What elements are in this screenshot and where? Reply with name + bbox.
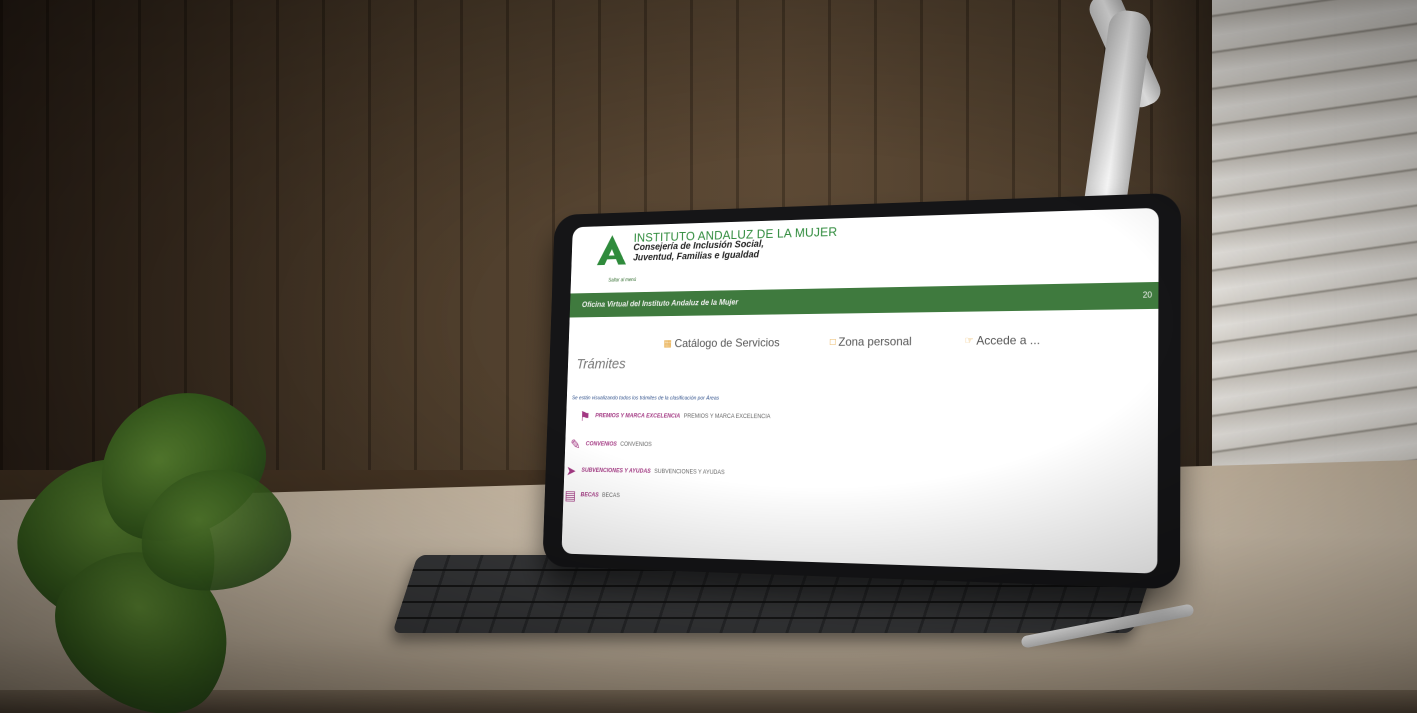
list-item-subtitle: PREMIOS Y MARCA EXCELENCIA xyxy=(684,414,771,420)
tablet-screen: INSTITUTO ANDALUZ DE LA MUJER Consejería… xyxy=(561,208,1158,574)
desk-edge xyxy=(0,690,1417,713)
main-nav: ▦ Catálogo de Servicios □ Zona personal … xyxy=(663,332,1158,351)
list-item[interactable]: ➤ SUBVENCIONES Y AYUDAS SUBVENCIONES Y A… xyxy=(564,463,725,481)
nav-label: Accede a ... xyxy=(976,333,1040,348)
list-item-subtitle: BECAS xyxy=(602,493,620,499)
banner-text: Oficina Virtual del Instituto Andaluz de… xyxy=(582,298,739,309)
grid-icon: ▦ xyxy=(663,338,672,348)
brand-text: INSTITUTO ANDALUZ DE LA MUJER Consejería… xyxy=(633,226,838,263)
pencil-icon: ✎ xyxy=(568,437,582,452)
list-item-title: SUBVENCIONES Y AYUDAS xyxy=(581,468,650,475)
portal-banner: Oficina Virtual del Instituto Andaluz de… xyxy=(570,282,1159,318)
list-item[interactable]: ▤ BECAS BECAS xyxy=(563,487,620,503)
list-item[interactable]: ⚑ PREMIOS Y MARCA EXCELENCIA PREMIOS Y M… xyxy=(578,409,771,425)
folder-icon: □ xyxy=(830,337,836,348)
nav-label: Catálogo de Servicios xyxy=(674,336,780,350)
section-title: Trámites xyxy=(576,356,626,372)
banner-right-text: 20 xyxy=(1143,290,1152,299)
nav-accede[interactable]: ☞ Accede a ... xyxy=(964,333,1040,348)
tablet-device: INSTITUTO ANDALUZ DE LA MUJER Consejería… xyxy=(542,193,1181,590)
intro-text: Se están visualizando todos los trámites… xyxy=(572,396,719,402)
photo-scene: INSTITUTO ANDALUZ DE LA MUJER Consejería… xyxy=(0,0,1417,713)
brand-header: INSTITUTO ANDALUZ DE LA MUJER Consejería… xyxy=(595,226,837,267)
nav-catalogo-servicios[interactable]: ▦ Catálogo de Servicios xyxy=(663,336,780,350)
arrow-circle-icon: ➤ xyxy=(564,463,578,478)
skip-to-menu-link[interactable]: Saltar al menú xyxy=(608,277,636,283)
bookmark-icon: ⚑ xyxy=(578,409,592,424)
book-icon: ▤ xyxy=(563,487,577,502)
junta-andalucia-logo-icon xyxy=(595,233,629,267)
nav-label: Zona personal xyxy=(838,334,912,348)
list-item-title: CONVENIOS xyxy=(586,442,617,448)
list-item-subtitle: SUBVENCIONES Y AYUDAS xyxy=(654,469,725,476)
pointer-icon: ☞ xyxy=(964,335,973,346)
list-item-title: PREMIOS Y MARCA EXCELENCIA xyxy=(595,413,680,419)
list-item[interactable]: ✎ CONVENIOS CONVENIOS xyxy=(568,437,652,453)
list-item-title: BECAS xyxy=(580,492,598,498)
list-item-subtitle: CONVENIOS xyxy=(620,442,652,448)
nav-zona-personal[interactable]: □ Zona personal xyxy=(830,334,912,349)
